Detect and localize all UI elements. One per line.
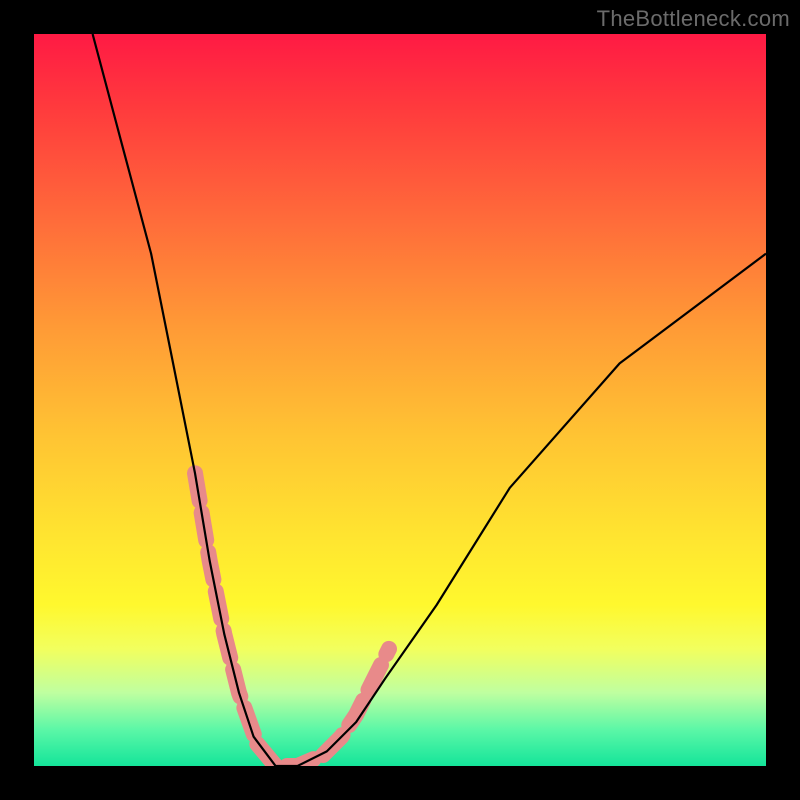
right-ascent-highlight <box>323 649 389 755</box>
left-descent-highlight <box>195 473 257 744</box>
chart-frame: TheBottleneck.com <box>0 0 800 800</box>
valley-highlight <box>257 744 323 766</box>
bottleneck-curve <box>93 34 766 766</box>
curve-svg <box>34 34 766 766</box>
watermark-text: TheBottleneck.com <box>597 6 790 32</box>
plot-area <box>34 34 766 766</box>
